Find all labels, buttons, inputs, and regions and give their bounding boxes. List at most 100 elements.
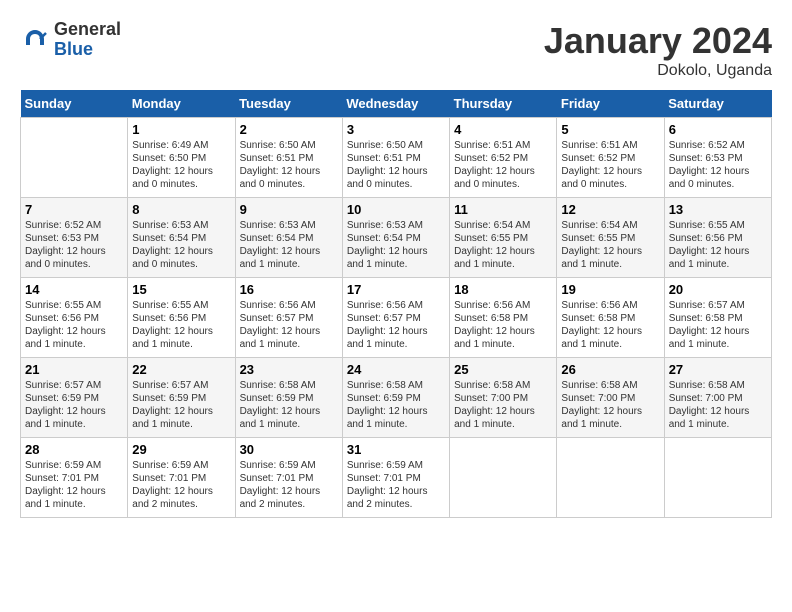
day-info: Sunrise: 6:54 AMSunset: 6:55 PMDaylight:… <box>561 219 659 271</box>
day-number: 11 <box>454 202 552 217</box>
day-number: 16 <box>240 282 338 297</box>
calendar-cell: 19 Sunrise: 6:56 AMSunset: 6:58 PMDayligh… <box>557 278 664 358</box>
calendar-cell: 31 Sunrise: 6:59 AMSunset: 7:01 PMDayligh… <box>342 438 449 518</box>
calendar-cell: 18 Sunrise: 6:56 AMSunset: 6:58 PMDayligh… <box>450 278 557 358</box>
calendar-cell: 16 Sunrise: 6:56 AMSunset: 6:57 PMDayligh… <box>235 278 342 358</box>
calendar-cell: 13Sunrise: 6:55 AMSunset: 6:56 PMDayligh… <box>664 198 771 278</box>
day-number: 31 <box>347 442 445 457</box>
page-header: General Blue January 2024 Dokolo, Uganda <box>20 20 772 80</box>
day-info: Sunrise: 6:58 AMSunset: 6:59 PMDaylight:… <box>240 379 338 431</box>
header-row: Sunday Monday Tuesday Wednesday Thursday… <box>21 90 772 118</box>
calendar-cell: 15 Sunrise: 6:55 AMSunset: 6:56 PMDayligh… <box>128 278 235 358</box>
col-monday: Monday <box>128 90 235 118</box>
calendar-cell: 11 Sunrise: 6:54 AMSunset: 6:55 PMDayligh… <box>450 198 557 278</box>
calendar-cell <box>664 438 771 518</box>
calendar-table: Sunday Monday Tuesday Wednesday Thursday… <box>20 90 772 518</box>
day-info: Sunrise: 6:50 AMSunset: 6:51 PMDaylight:… <box>347 139 445 191</box>
col-friday: Friday <box>557 90 664 118</box>
calendar-cell: 10Sunrise: 6:53 AMSunset: 6:54 PMDayligh… <box>342 198 449 278</box>
day-number: 20 <box>669 282 767 297</box>
day-number: 18 <box>454 282 552 297</box>
day-info: Sunrise: 6:58 AMSunset: 7:00 PMDaylight:… <box>669 379 767 431</box>
calendar-cell: 9 Sunrise: 6:53 AMSunset: 6:54 PMDaylight… <box>235 198 342 278</box>
day-info: Sunrise: 6:50 AMSunset: 6:51 PMDaylight:… <box>240 139 338 191</box>
calendar-cell: 17 Sunrise: 6:56 AMSunset: 6:57 PMDayligh… <box>342 278 449 358</box>
day-info: Sunrise: 6:53 AMSunset: 6:54 PMDaylight:… <box>132 219 230 271</box>
day-info: Sunrise: 6:55 AMSunset: 6:56 PMDaylight:… <box>132 299 230 351</box>
col-thursday: Thursday <box>450 90 557 118</box>
day-number: 30 <box>240 442 338 457</box>
day-number: 9 <box>240 202 338 217</box>
logo-general: General <box>54 20 121 40</box>
month-title: January 2024 <box>544 20 772 62</box>
week-row-0: 1 Sunrise: 6:49 AMSunset: 6:50 PMDaylight… <box>21 118 772 198</box>
calendar-cell: 29Sunrise: 6:59 AMSunset: 7:01 PMDayligh… <box>128 438 235 518</box>
day-number: 1 <box>132 122 230 137</box>
calendar-cell: 24Sunrise: 6:58 AMSunset: 6:59 PMDayligh… <box>342 358 449 438</box>
day-number: 17 <box>347 282 445 297</box>
calendar-cell: 14 Sunrise: 6:55 AMSunset: 6:56 PMDayligh… <box>21 278 128 358</box>
day-info: Sunrise: 6:53 AMSunset: 6:54 PMDaylight:… <box>240 219 338 271</box>
day-number: 15 <box>132 282 230 297</box>
calendar-cell: 12 Sunrise: 6:54 AMSunset: 6:55 PMDayligh… <box>557 198 664 278</box>
calendar-cell: 7 Sunrise: 6:52 AMSunset: 6:53 PMDaylight… <box>21 198 128 278</box>
calendar-cell: 3 Sunrise: 6:50 AMSunset: 6:51 PMDaylight… <box>342 118 449 198</box>
day-number: 21 <box>25 362 123 377</box>
day-number: 2 <box>240 122 338 137</box>
title-block: January 2024 Dokolo, Uganda <box>544 20 772 80</box>
day-number: 12 <box>561 202 659 217</box>
day-info: Sunrise: 6:58 AMSunset: 6:59 PMDaylight:… <box>347 379 445 431</box>
logo-text: General Blue <box>54 20 121 60</box>
calendar-cell: 2 Sunrise: 6:50 AMSunset: 6:51 PMDaylight… <box>235 118 342 198</box>
day-number: 22 <box>132 362 230 377</box>
day-info: Sunrise: 6:54 AMSunset: 6:55 PMDaylight:… <box>454 219 552 271</box>
day-info: Sunrise: 6:52 AMSunset: 6:53 PMDaylight:… <box>25 219 123 271</box>
day-info: Sunrise: 6:58 AMSunset: 7:00 PMDaylight:… <box>561 379 659 431</box>
day-info: Sunrise: 6:59 AMSunset: 7:01 PMDaylight:… <box>132 459 230 511</box>
day-number: 19 <box>561 282 659 297</box>
day-number: 14 <box>25 282 123 297</box>
calendar-cell: 23 Sunrise: 6:58 AMSunset: 6:59 PMDayligh… <box>235 358 342 438</box>
day-info: Sunrise: 6:59 AMSunset: 7:01 PMDaylight:… <box>240 459 338 511</box>
day-number: 27 <box>669 362 767 377</box>
week-row-3: 21Sunrise: 6:57 AMSunset: 6:59 PMDayligh… <box>21 358 772 438</box>
day-number: 25 <box>454 362 552 377</box>
day-info: Sunrise: 6:56 AMSunset: 6:58 PMDaylight:… <box>454 299 552 351</box>
logo-icon <box>20 25 50 55</box>
calendar-cell: 28Sunrise: 6:59 AMSunset: 7:01 PMDayligh… <box>21 438 128 518</box>
calendar-cell <box>450 438 557 518</box>
calendar-cell <box>557 438 664 518</box>
calendar-cell: 22Sunrise: 6:57 AMSunset: 6:59 PMDayligh… <box>128 358 235 438</box>
calendar-cell: 4Sunrise: 6:51 AMSunset: 6:52 PMDaylight… <box>450 118 557 198</box>
col-tuesday: Tuesday <box>235 90 342 118</box>
day-info: Sunrise: 6:55 AMSunset: 6:56 PMDaylight:… <box>25 299 123 351</box>
day-number: 23 <box>240 362 338 377</box>
col-sunday: Sunday <box>21 90 128 118</box>
day-number: 3 <box>347 122 445 137</box>
calendar-cell: 30 Sunrise: 6:59 AMSunset: 7:01 PMDayligh… <box>235 438 342 518</box>
calendar-cell: 6 Sunrise: 6:52 AMSunset: 6:53 PMDaylight… <box>664 118 771 198</box>
calendar-cell: 21Sunrise: 6:57 AMSunset: 6:59 PMDayligh… <box>21 358 128 438</box>
week-row-4: 28 Sunrise: 6:59 AMSunset: 7:01 PMDayligh… <box>21 438 772 518</box>
day-number: 26 <box>561 362 659 377</box>
day-number: 28 <box>25 442 123 457</box>
day-info: Sunrise: 6:58 AMSunset: 7:00 PMDaylight:… <box>454 379 552 431</box>
calendar-cell: 26 Sunrise: 6:58 AMSunset: 7:00 PMDayligh… <box>557 358 664 438</box>
day-info: Sunrise: 6:55 AMSunset: 6:56 PMDaylight:… <box>669 219 767 271</box>
day-info: Sunrise: 6:56 AMSunset: 6:57 PMDaylight:… <box>347 299 445 351</box>
location: Dokolo, Uganda <box>544 62 772 80</box>
day-number: 7 <box>25 202 123 217</box>
col-wednesday: Wednesday <box>342 90 449 118</box>
day-info: Sunrise: 6:56 AMSunset: 6:58 PMDaylight:… <box>561 299 659 351</box>
day-info: Sunrise: 6:49 AMSunset: 6:50 PMDaylight:… <box>132 139 230 191</box>
day-info: Sunrise: 6:52 AMSunset: 6:53 PMDaylight:… <box>669 139 767 191</box>
col-saturday: Saturday <box>664 90 771 118</box>
day-info: Sunrise: 6:59 AMSunset: 7:01 PMDaylight:… <box>347 459 445 511</box>
day-info: Sunrise: 6:56 AMSunset: 6:57 PMDaylight:… <box>240 299 338 351</box>
day-number: 5 <box>561 122 659 137</box>
calendar-cell: 25 Sunrise: 6:58 AMSunset: 7:00 PMDayligh… <box>450 358 557 438</box>
calendar-cell <box>21 118 128 198</box>
day-number: 6 <box>669 122 767 137</box>
week-row-1: 7 Sunrise: 6:52 AMSunset: 6:53 PMDaylight… <box>21 198 772 278</box>
calendar-cell: 1 Sunrise: 6:49 AMSunset: 6:50 PMDaylight… <box>128 118 235 198</box>
